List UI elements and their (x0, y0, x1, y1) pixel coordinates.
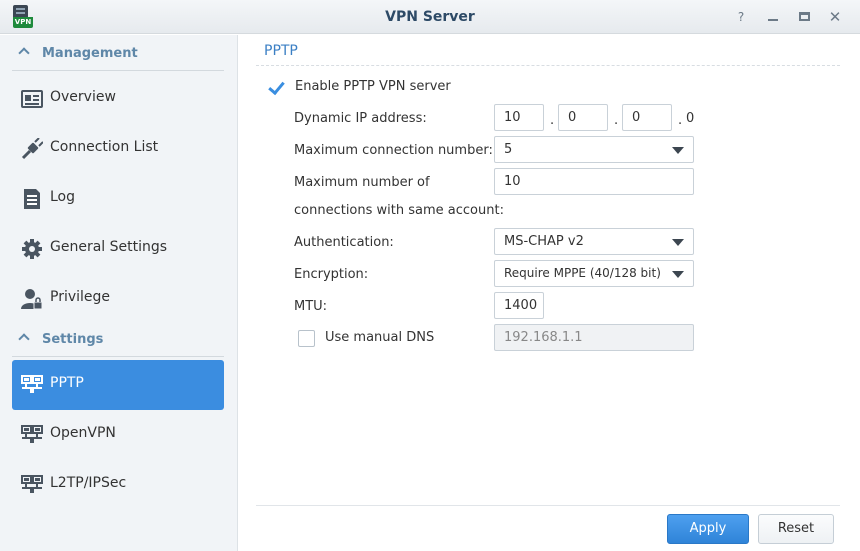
mtu-label: MTU: (294, 299, 328, 314)
sidebar-item-label: Overview (50, 89, 116, 105)
encryption-value: Require MPPE (40/128 bit) (504, 266, 661, 280)
chevron-down-icon (672, 271, 684, 278)
minimize-button[interactable] (763, 7, 783, 27)
gear-icon (21, 238, 43, 260)
sidebar-item-label: Connection List (50, 139, 159, 155)
section-label: Management (42, 46, 138, 61)
maximize-button[interactable] (795, 7, 815, 27)
log-icon (21, 188, 43, 210)
enable-pptp-label: Enable PPTP VPN server (295, 79, 451, 94)
dynamic-ip-octet-4: 0 (686, 111, 695, 126)
title-divider (256, 65, 840, 66)
dynamic-ip-octet-1[interactable]: 10 (494, 104, 544, 131)
mtu-input[interactable]: 1400 (494, 292, 544, 319)
title-bar: VPN VPN Server ? ✕ (0, 0, 860, 34)
max-same-account-input[interactable]: 10 (494, 168, 694, 195)
sidebar-item-pptp[interactable]: PPTP (12, 360, 224, 410)
sidebar-item-label: Privilege (50, 289, 111, 305)
sidebar-item-general-settings[interactable]: General Settings (12, 224, 224, 274)
ip-separator: . (678, 113, 683, 128)
maximize-icon (799, 12, 810, 21)
enable-pptp-checkbox[interactable] (267, 79, 284, 96)
chevron-up-icon (18, 333, 30, 345)
chevron-down-icon (672, 147, 684, 154)
ip-separator: . (550, 113, 555, 128)
connection-list-icon (21, 137, 44, 160)
dynamic-ip-label: Dynamic IP address: (294, 111, 427, 126)
manual-dns-input[interactable]: 192.168.1.1 (494, 324, 694, 351)
sidebar-item-log[interactable]: Log (12, 174, 224, 224)
minimize-icon (768, 19, 778, 21)
max-same-account-label-line1: Maximum number of (294, 175, 430, 190)
sidebar-item-label: L2TP/IPSec (50, 475, 127, 491)
max-connection-label: Maximum connection number: (294, 143, 493, 158)
authentication-select[interactable]: MS-CHAP v2 (494, 228, 694, 255)
sidebar-item-openvpn[interactable]: OpenVPN (12, 410, 224, 460)
sidebar-item-label: General Settings (50, 239, 168, 255)
reset-button[interactable]: Reset (758, 514, 834, 544)
sidebar-item-label: PPTP (50, 375, 84, 391)
sidebar-item-overview[interactable]: Overview (12, 74, 224, 124)
manual-dns-label: Use manual DNS (325, 330, 435, 345)
dynamic-ip-octet-2[interactable]: 0 (558, 104, 608, 131)
ip-separator: . (614, 113, 619, 128)
sidebar: Management Overview Connection List Log … (0, 35, 238, 551)
pptp-settings-panel: PPTP Enable PPTP VPN server Dynamic IP a… (239, 35, 860, 551)
sidebar-item-privilege[interactable]: Privilege (12, 274, 224, 324)
encryption-select[interactable]: Require MPPE (40/128 bit) (494, 260, 694, 287)
section-label: Settings (42, 332, 104, 347)
page-title: PPTP (264, 43, 298, 59)
sidebar-item-label: Log (50, 189, 76, 205)
overview-icon (21, 88, 43, 110)
max-same-account-label-line2: connections with same account: (294, 203, 504, 218)
authentication-value: MS-CHAP v2 (504, 234, 584, 249)
max-connection-value: 5 (504, 142, 513, 157)
network-icon (21, 424, 43, 446)
chevron-up-icon (18, 47, 30, 59)
close-icon: ✕ (828, 8, 842, 26)
sidebar-item-connection-list[interactable]: Connection List (12, 124, 224, 174)
dynamic-ip-octet-3[interactable]: 0 (622, 104, 672, 131)
close-button[interactable]: ✕ (825, 7, 845, 27)
footer-divider (256, 505, 840, 506)
help-button[interactable]: ? (731, 7, 751, 27)
network-icon (21, 374, 43, 396)
sidebar-item-label: OpenVPN (50, 425, 116, 441)
apply-button[interactable]: Apply (667, 514, 749, 544)
network-icon (21, 474, 43, 496)
sidebar-item-l2tp-ipsec[interactable]: L2TP/IPSec (12, 460, 224, 510)
section-header-settings[interactable]: Settings (12, 323, 224, 357)
manual-dns-checkbox[interactable] (298, 330, 315, 347)
section-header-management[interactable]: Management (12, 37, 224, 71)
encryption-label: Encryption: (294, 267, 369, 282)
privilege-icon (21, 288, 43, 310)
authentication-label: Authentication: (294, 235, 394, 250)
chevron-down-icon (672, 239, 684, 246)
max-connection-select[interactable]: 5 (494, 136, 694, 163)
help-icon: ? (737, 10, 745, 24)
